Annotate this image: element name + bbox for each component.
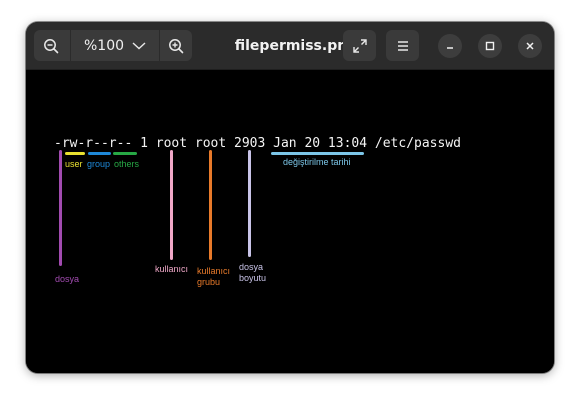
owner-label: kullanıcı [155, 264, 189, 274]
zoom-out-icon [43, 38, 58, 53]
minimize-button[interactable] [438, 34, 462, 58]
user-label: user [65, 159, 83, 169]
zoom-level-dropdown[interactable]: %100 [70, 30, 160, 61]
file-type-label: dosya [55, 274, 80, 284]
main-menu-button[interactable] [386, 30, 419, 61]
close-button[interactable] [518, 34, 542, 58]
close-icon [526, 42, 534, 50]
maximize-button[interactable] [478, 34, 502, 58]
owner-group-label: kullanıcı grubu [197, 266, 231, 287]
image-canvas: -rw-r--r-- 1 root root 2903 Jan 20 13:04… [26, 70, 554, 373]
size-label: dosya boyutu [239, 262, 267, 283]
group-label: group [87, 159, 111, 169]
owner-group-pointer [209, 150, 212, 260]
others-label: others [114, 159, 140, 169]
ls-output-line: -rw-r--r-- 1 root root 2903 Jan 20 13:04… [54, 136, 461, 151]
chevron-down-icon [132, 41, 146, 49]
zoom-level-label: %100 [83, 37, 125, 54]
minimize-icon [447, 47, 453, 49]
hamburger-menu-icon [397, 40, 408, 51]
file-type-pointer [59, 150, 62, 266]
header-bar: %100 filepermiss.png [26, 22, 554, 70]
zoom-in-icon [169, 38, 184, 53]
maximize-icon [485, 41, 495, 51]
owner-pointer [170, 150, 173, 260]
size-pointer [248, 150, 251, 257]
date-label: değiştirilme tarihi [283, 157, 351, 167]
fullscreen-icon [352, 38, 367, 53]
image-viewer-window: %100 filepermiss.png -rw-r--r-- 1 root r… [26, 22, 554, 373]
zoom-in-button[interactable] [160, 30, 192, 61]
group-underline [88, 152, 111, 155]
user-underline [65, 152, 85, 155]
zoom-controls: %100 [34, 30, 192, 61]
others-underline [113, 152, 137, 155]
zoom-out-button[interactable] [34, 30, 67, 61]
date-underline [271, 152, 364, 155]
fullscreen-button[interactable] [343, 30, 376, 61]
